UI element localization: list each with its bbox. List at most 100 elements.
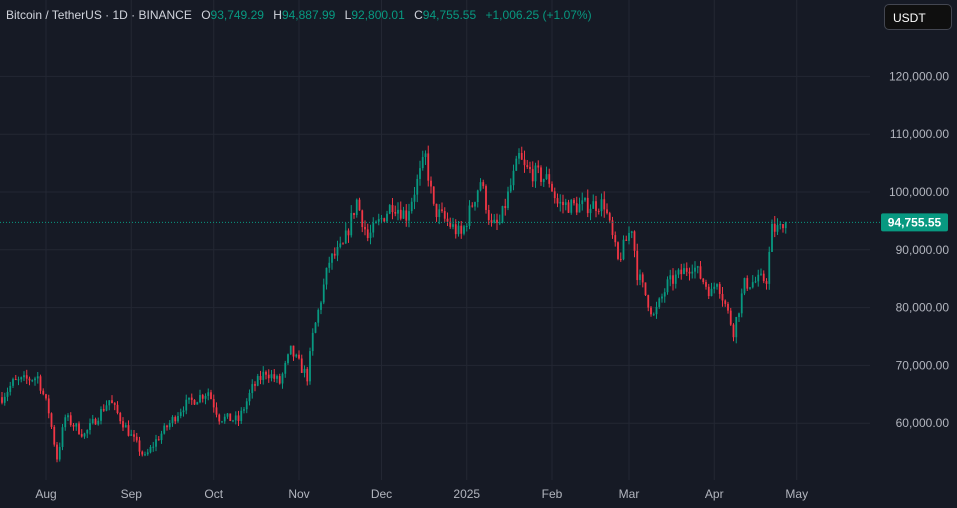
candle [105, 400, 108, 412]
candle-body [122, 421, 124, 428]
candle [83, 432, 86, 439]
candle [292, 345, 295, 361]
candle-body [474, 202, 476, 207]
candle-body [705, 282, 707, 287]
candle [721, 287, 724, 307]
candle-body [342, 243, 344, 245]
candle-body [496, 219, 498, 223]
candle-body [735, 317, 738, 338]
candle [212, 394, 215, 413]
candle [716, 283, 718, 290]
candle-body [89, 423, 91, 430]
candle [358, 197, 361, 211]
candle [765, 278, 768, 290]
time-axis[interactable]: Aug Sep Oct Nov Dec 2025 Feb Mar Apr May [35, 487, 808, 501]
candle-body [119, 413, 122, 422]
candle-body [529, 166, 531, 170]
candle [501, 205, 504, 224]
candle [674, 270, 677, 289]
candle [287, 353, 289, 365]
candle [267, 369, 270, 383]
candle [119, 411, 122, 425]
candle-body [218, 414, 221, 422]
candle [419, 160, 421, 186]
candle-body [47, 398, 50, 414]
candle-body [336, 247, 339, 256]
candle [135, 432, 138, 443]
candle-body [17, 379, 20, 381]
candle [298, 350, 300, 360]
candle-body [738, 313, 740, 318]
candle [3, 392, 6, 406]
candle [155, 434, 157, 452]
candle-body [298, 354, 300, 359]
x-tick-label: Oct [204, 487, 223, 501]
symbol-title[interactable]: Bitcoin / TetherUS · 1D · BINANCE [6, 8, 192, 22]
candle [289, 345, 292, 356]
candle [394, 205, 397, 217]
candle [421, 150, 424, 171]
candle-body [617, 242, 619, 259]
candle-body [647, 295, 650, 308]
candle [551, 181, 553, 192]
candle [663, 288, 666, 303]
candle-body [221, 421, 223, 423]
currency-button[interactable]: USDT [884, 4, 952, 30]
candle [735, 316, 738, 344]
candle-body [58, 446, 61, 460]
candle [190, 393, 193, 405]
candle [47, 394, 50, 419]
candle-body [707, 286, 710, 297]
candle-body [397, 209, 399, 214]
candle-body [212, 399, 215, 408]
candle [12, 377, 14, 389]
candle-body [61, 427, 64, 447]
last-price-badge: 94,755.55 [881, 213, 948, 232]
candle-body [111, 400, 113, 404]
candle-body [498, 222, 501, 224]
candle [683, 263, 685, 275]
candle-body [223, 416, 226, 422]
candle [666, 276, 669, 295]
candle-body [116, 404, 119, 414]
candle-body [644, 282, 647, 296]
candle-body [740, 293, 743, 314]
candle [696, 265, 699, 274]
candle [573, 197, 575, 206]
candle-body [454, 224, 457, 235]
candle [545, 166, 548, 180]
candle-body [306, 368, 309, 382]
candle-body [743, 278, 746, 294]
candle-body [537, 165, 540, 168]
candle-body [108, 400, 111, 406]
candle-body [471, 205, 474, 207]
candle [397, 202, 399, 221]
candle-body [784, 222, 787, 229]
candle [295, 353, 298, 358]
candle [122, 417, 124, 432]
candle-body [619, 258, 622, 260]
candle [300, 354, 303, 374]
candle-body [141, 451, 144, 455]
candle-body [171, 417, 174, 423]
candle-body [661, 296, 663, 299]
candle [138, 436, 141, 456]
candle [353, 212, 355, 219]
candlestick-chart[interactable]: 60,000.00 70,000.00 80,000.00 90,000.00 100,… [0, 0, 957, 508]
candle [438, 204, 441, 225]
candle-body [259, 376, 262, 380]
candle [234, 411, 237, 425]
price-axis[interactable]: 60,000.00 70,000.00 80,000.00 90,000.00 100,… [889, 69, 949, 430]
candle-body [67, 415, 69, 418]
candle [479, 178, 482, 192]
candle-body [534, 165, 537, 182]
candle [229, 413, 232, 422]
candle [727, 301, 729, 314]
candle-body [386, 213, 388, 222]
candle-body [518, 153, 520, 159]
candle [130, 429, 133, 437]
candle-body [325, 267, 328, 285]
candle [633, 230, 636, 258]
candle [240, 407, 243, 424]
candle [196, 401, 199, 405]
